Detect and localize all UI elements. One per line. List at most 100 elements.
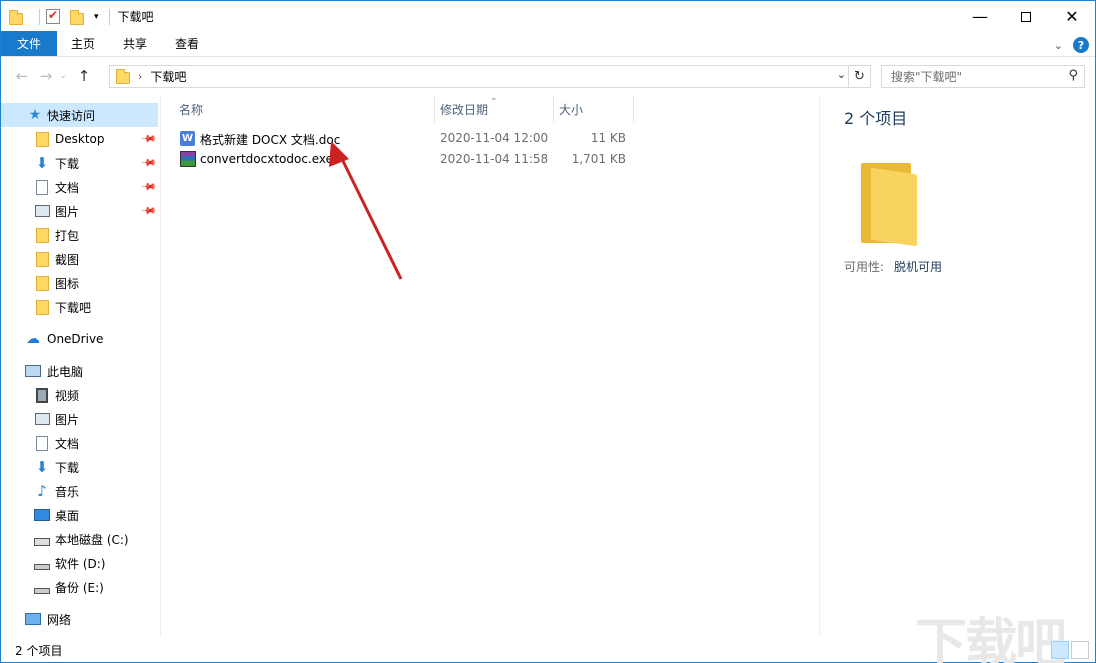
sidebar-item-desktop-pc[interactable]: 桌面	[1, 503, 158, 527]
sort-chevron-icon: ⌄	[490, 93, 498, 103]
up-arrow-icon[interactable]: ↑	[73, 65, 95, 87]
column-divider[interactable]	[434, 95, 435, 123]
sidebar-item-label: 视频	[55, 388, 80, 403]
sidebar-item-pc-documents[interactable]: 文档	[1, 431, 158, 455]
quick-access-toolbar: ▾ 下载吧	[1, 1, 154, 32]
divider	[108, 8, 110, 25]
details-pane-divider[interactable]	[819, 95, 820, 636]
column-header-label: 名称	[179, 102, 204, 117]
help-icon[interactable]: ?	[1073, 37, 1089, 53]
column-header-size[interactable]: 大小	[559, 95, 635, 123]
sidebar-item-label: 此电脑	[47, 364, 84, 379]
divider	[39, 8, 40, 25]
sidebar-item-label: 图标	[55, 276, 80, 291]
chevron-right-icon[interactable]: ›	[138, 70, 142, 83]
pin-icon[interactable]: 📌	[139, 203, 156, 220]
sidebar-item-this-pc[interactable]: 此电脑	[1, 359, 158, 383]
folder-icon	[9, 9, 25, 25]
sidebar-item-xiazaiba[interactable]: 下载吧	[1, 295, 158, 319]
folder-icon	[34, 251, 50, 267]
sidebar-item-label: 备份 (E:)	[55, 580, 104, 595]
back-arrow-icon[interactable]: ←	[11, 65, 33, 87]
folder-icon	[34, 131, 50, 147]
tab-home[interactable]: 主页	[57, 31, 109, 56]
sidebar-item-pack[interactable]: 打包	[1, 223, 158, 247]
file-row[interactable]: W 格式新建 DOCX 文档.doc 2020-11-04 12:00 11 K…	[177, 128, 632, 149]
folder-icon	[34, 299, 50, 315]
window-title: 下载吧	[117, 10, 154, 24]
sidebar-item-icons[interactable]: 图标	[1, 271, 158, 295]
sidebar-item-onedrive[interactable]: ☁ OneDrive	[1, 327, 158, 351]
pin-icon[interactable]: 📌	[139, 131, 156, 148]
sidebar-item-videos[interactable]: 视频	[1, 383, 158, 407]
search-placeholder: 搜索"下载吧"	[891, 70, 963, 84]
sidebar-item-label: 下载	[55, 156, 80, 171]
document-icon	[34, 435, 50, 451]
refresh-icon[interactable]: ↻	[848, 66, 870, 87]
sidebar-item-quick-access[interactable]: ★ 快速访问	[1, 103, 158, 127]
address-bar[interactable]: › 下载吧 ⌄ ↻	[109, 65, 871, 88]
sidebar-item-label: OneDrive	[47, 332, 104, 346]
sidebar-item-label: 下载	[55, 460, 80, 475]
properties-icon[interactable]	[46, 8, 62, 25]
sidebar-item-music[interactable]: ♪ 音乐	[1, 479, 158, 503]
sidebar-item-drive-c[interactable]: 本地磁盘 (C:)	[1, 527, 158, 551]
sidebar-item-network[interactable]: 网络	[1, 607, 158, 631]
minimize-button[interactable]: —	[957, 1, 1003, 32]
close-button[interactable]: ✕	[1049, 1, 1095, 32]
sidebar-item-desktop[interactable]: Desktop 📌	[1, 127, 158, 151]
maximize-button[interactable]	[1003, 1, 1049, 32]
search-input[interactable]: 搜索"下载吧" ⚲	[881, 65, 1085, 88]
download-arrow-icon: ⬇	[35, 154, 49, 172]
large-icons-view-icon[interactable]	[1071, 641, 1089, 659]
status-count: 2 个项目	[15, 643, 63, 658]
sidebar-item-drive-d[interactable]: 软件 (D:)	[1, 551, 158, 575]
breadcrumb[interactable]: 下载吧	[150, 68, 186, 85]
sidebar-item-label: 文档	[55, 436, 80, 451]
column-divider[interactable]	[633, 95, 634, 123]
customize-toolbar-icon[interactable]: ▾	[94, 12, 99, 22]
column-divider[interactable]	[553, 95, 554, 123]
search-icon[interactable]: ⚲	[1068, 68, 1078, 83]
status-bar: 2 个项目	[1, 638, 1095, 662]
sidebar-item-drive-e[interactable]: 备份 (E:)	[1, 575, 158, 599]
forward-arrow-icon[interactable]: →	[35, 65, 57, 87]
file-size: 11 KB	[590, 131, 626, 145]
navigation-pane-divider[interactable]	[160, 95, 161, 636]
tab-share[interactable]: 共享	[109, 31, 161, 56]
new-folder-icon[interactable]	[70, 9, 86, 25]
star-icon: ★	[28, 107, 42, 123]
file-row[interactable]: convertdocxtodoc.exe 2020-11-04 11:58 1,…	[177, 149, 632, 170]
tab-view[interactable]: 查看	[161, 31, 213, 56]
sidebar-item-label: 音乐	[55, 484, 80, 499]
sidebar-item-label: 桌面	[55, 508, 80, 523]
tab-file[interactable]: 文件	[1, 31, 57, 56]
expand-ribbon-icon[interactable]: ⌄	[1054, 39, 1063, 52]
sidebar-item-label: 下载吧	[55, 300, 92, 315]
column-header-label: 大小	[559, 102, 584, 117]
sidebar-item-pictures[interactable]: 图片 📌	[1, 199, 158, 223]
sidebar-item-pc-pictures[interactable]: 图片	[1, 407, 158, 431]
file-name: 格式新建 DOCX 文档.doc	[200, 133, 341, 147]
details-view-icon[interactable]	[1051, 641, 1069, 659]
document-icon	[34, 179, 50, 195]
sidebar-item-label: 打包	[55, 228, 80, 243]
sidebar-item-label: 文档	[55, 180, 80, 195]
pin-icon[interactable]: 📌	[139, 155, 156, 172]
recent-locations-icon[interactable]: ⌄	[57, 65, 69, 87]
column-header-name[interactable]: 名称	[179, 95, 435, 123]
sidebar-item-label: 本地磁盘 (C:)	[55, 532, 129, 547]
picture-icon	[34, 411, 50, 427]
column-header-label: 修改日期	[440, 102, 489, 117]
sidebar-item-downloads[interactable]: ⬇ 下载 📌	[1, 151, 158, 175]
pin-icon[interactable]: 📌	[139, 179, 156, 196]
drive-icon	[34, 579, 50, 595]
details-pane: 2 个项目 可用性: 脱机可用	[821, 95, 1095, 636]
sidebar-item-documents[interactable]: 文档 📌	[1, 175, 158, 199]
column-header-date[interactable]: 修改日期 ⌄	[440, 93, 552, 123]
chevron-down-icon[interactable]: ⌄	[837, 68, 846, 81]
sidebar-item-screenshots[interactable]: 截图	[1, 247, 158, 271]
ribbon-right: ⌄ ?	[1054, 37, 1089, 53]
sidebar-item-pc-downloads[interactable]: ⬇ 下载	[1, 455, 158, 479]
folder-icon	[34, 227, 50, 243]
